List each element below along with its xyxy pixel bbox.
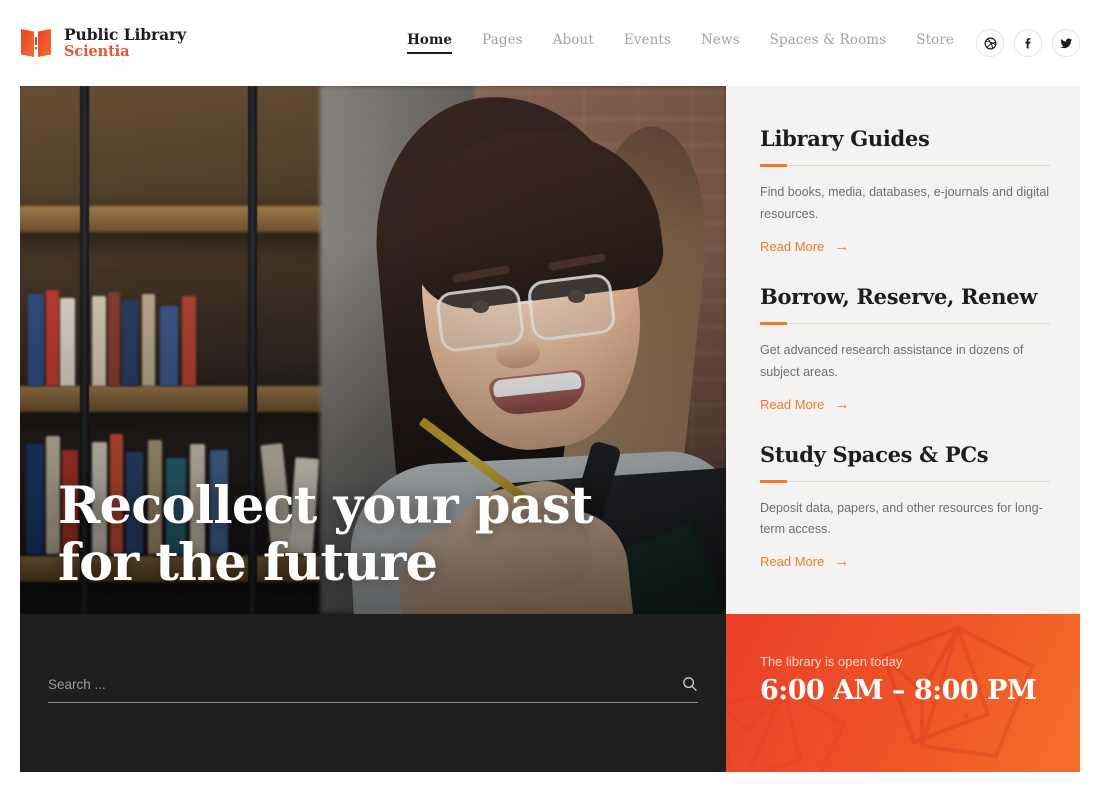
search-input[interactable]	[48, 677, 682, 692]
facebook-icon[interactable]	[1014, 29, 1042, 57]
read-more-link[interactable]: Read More →	[760, 239, 849, 254]
main-navigation: Home Pages About Events News Spaces & Ro…	[407, 32, 976, 54]
guide-card-borrow-reserve-renew: Borrow, Reserve, Renew Get advanced rese…	[760, 284, 1050, 414]
search-icon[interactable]	[682, 676, 698, 692]
guide-title: Study Spaces & PCs	[760, 441, 989, 467]
guide-card-study-spaces-pcs: Study Spaces & PCs Deposit data, papers,…	[760, 442, 1050, 572]
read-more-link[interactable]: Read More →	[760, 397, 849, 412]
arrow-right-icon: →	[834, 553, 850, 571]
guide-description: Get advanced research assistance in doze…	[760, 342, 1024, 379]
read-more-label: Read More	[760, 238, 825, 254]
hero-banner: Recollect your past for the future	[20, 86, 726, 614]
hero-title: Recollect your past for the future	[58, 475, 593, 593]
nav-item-store[interactable]: Store	[916, 32, 954, 54]
brand-text: Public Library Scientia	[64, 26, 186, 60]
nav-item-home[interactable]: Home	[407, 32, 453, 54]
guides-sidebar: Library Guides Find books, media, databa…	[726, 86, 1080, 614]
brand-name-primary: Public Library	[64, 25, 186, 45]
guide-divider	[760, 479, 1050, 483]
guide-title: Borrow, Reserve, Renew	[760, 283, 1038, 309]
hero-title-line-2: for the future	[58, 532, 438, 593]
guide-description: Deposit data, papers, and other resource…	[760, 500, 1043, 537]
brand-name-secondary: Scientia	[64, 42, 130, 60]
opening-hours-value: 6:00 AM – 8:00 PM	[760, 675, 1037, 706]
search-panel	[20, 614, 726, 772]
open-book-icon	[20, 26, 52, 60]
arrow-right-icon: →	[834, 237, 850, 255]
twitter-icon[interactable]	[1052, 29, 1080, 57]
site-header: Public Library Scientia Home Pages About…	[0, 0, 1100, 86]
arrow-right-icon: →	[834, 395, 850, 413]
guide-description: Find books, media, databases, e-journals…	[760, 185, 1050, 221]
hero-title-line-1: Recollect your past	[58, 475, 593, 536]
nav-item-spaces-rooms[interactable]: Spaces & Rooms	[770, 32, 887, 54]
nav-item-pages[interactable]: Pages	[482, 32, 523, 54]
read-more-label: Read More	[760, 396, 825, 412]
opening-hours-label: The library is open today	[760, 654, 903, 669]
read-more-label: Read More	[760, 554, 825, 570]
opening-hours-text: The library is open today 6:00 AM – 8:00…	[760, 654, 1037, 706]
social-links	[976, 29, 1080, 57]
guide-divider	[760, 164, 1050, 167]
nav-item-events[interactable]: Events	[624, 32, 671, 54]
nav-item-about[interactable]: About	[553, 32, 594, 54]
dribbble-icon[interactable]	[976, 29, 1004, 57]
opening-hours-panel: The library is open today 6:00 AM – 8:00…	[726, 614, 1080, 772]
brand-logo[interactable]: Public Library Scientia	[20, 26, 186, 60]
search-field-wrapper[interactable]	[48, 676, 698, 703]
homepage-stage: Recollect your past for the future Libra…	[20, 86, 1080, 772]
read-more-link[interactable]: Read More →	[760, 554, 849, 569]
guide-card-library-guides: Library Guides Find books, media, databa…	[760, 126, 1050, 256]
nav-item-news[interactable]: News	[701, 32, 740, 54]
guide-divider	[760, 321, 1050, 325]
guide-title: Library Guides	[760, 126, 930, 151]
